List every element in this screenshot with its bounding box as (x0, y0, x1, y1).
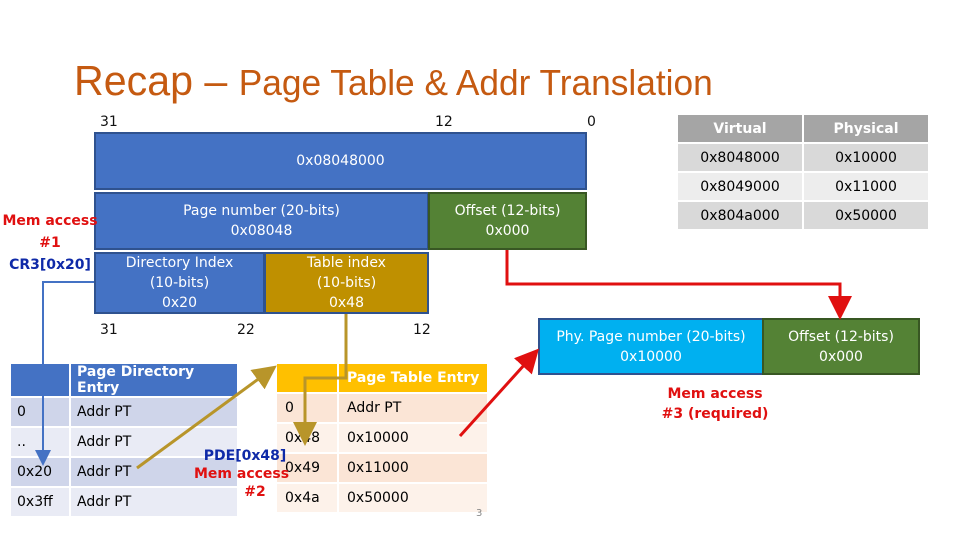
pde-label: PDE[0x48] (203, 448, 287, 464)
pd-header-index (11, 364, 69, 396)
pd-entry-cell: Addr PT (71, 398, 237, 426)
table-row: 0 Addr PT (11, 398, 237, 426)
physical-offset-value: 0x000 (819, 348, 863, 365)
header-physical: Physical (804, 115, 928, 142)
mem-access-3-annotation: Mem access #3 (required) (640, 384, 790, 424)
physical-cell: 0x50000 (804, 202, 928, 229)
pd-header-entry: Page Directory Entry (71, 364, 237, 396)
table-index-box: Table index (10-bits) 0x48 (264, 252, 429, 314)
pt-index-cell: 0 (277, 394, 337, 422)
title-rest: Page Table & Addr Translation (238, 62, 713, 103)
virtual-cell: 0x8048000 (678, 144, 802, 171)
virtual-address-value: 0x08048000 (296, 153, 385, 169)
mem-access-2-annotation: PDE[0x48] Mem access #2 (190, 447, 300, 501)
table-row: 0x4a 0x50000 (277, 484, 487, 512)
table-index-bits: (10-bits) (316, 275, 377, 291)
cr3-label: CR3[0x20] (9, 257, 91, 273)
bit-label-12-top: 12 (435, 114, 453, 130)
pd-index-cell: .. (11, 428, 69, 456)
virtual-physical-mapping-table: Virtual Physical 0x8048000 0x10000 0x804… (676, 113, 930, 231)
bit-label-12-bottom: 12 (413, 322, 431, 338)
directory-index-bits: (10-bits) (149, 275, 210, 291)
pt-header-index (277, 364, 337, 392)
pt-entry-cell: 0x10000 (339, 424, 487, 452)
bit-label-31-top: 31 (100, 114, 118, 130)
table-row: 0x49 0x11000 (277, 454, 487, 482)
physical-offset-box: Offset (12-bits) 0x000 (762, 318, 920, 375)
physical-cell: 0x10000 (804, 144, 928, 171)
page-table: Page Table Entry 0 Addr PT 0x48 0x10000 … (275, 362, 489, 514)
title-main: Recap – (74, 57, 228, 104)
page-number-value: 0x08048 (230, 223, 293, 239)
pd-index-cell: 0x3ff (11, 488, 69, 516)
page-number-label: Page number (20-bits) (183, 203, 340, 219)
mem-access-3-number: #3 (required) (661, 406, 769, 422)
bit-label-22-bottom: 22 (237, 322, 255, 338)
offset-value: 0x000 (485, 223, 530, 239)
pt-entry-cell: Addr PT (339, 394, 487, 422)
bit-label-31-bottom: 31 (100, 322, 118, 338)
table-index-label: Table index (307, 255, 386, 271)
page-number-box: Page number (20-bits) 0x08048 (94, 192, 429, 250)
mem-access-3-label: Mem access (667, 386, 763, 402)
pd-index-cell: 0 (11, 398, 69, 426)
mem-access-2-label: Mem access (194, 466, 290, 482)
header-virtual: Virtual (678, 115, 802, 142)
table-row: 0x8049000 0x11000 (678, 173, 928, 200)
physical-page-value: 0x10000 (620, 348, 682, 365)
slide-number: 3 (476, 508, 483, 519)
offset-arrow (505, 250, 852, 320)
offset-label: Offset (12-bits) (454, 203, 561, 219)
virtual-address-box: 0x08048000 (94, 132, 587, 190)
mem-access-1-number: #1 (39, 235, 61, 251)
physical-cell: 0x11000 (804, 173, 928, 200)
pd-index-cell: 0x20 (11, 458, 69, 486)
table-row: 0 Addr PT (277, 394, 487, 422)
physical-page-number-box: Phy. Page number (20-bits) 0x10000 (538, 318, 764, 375)
table-row: 0x8048000 0x10000 (678, 144, 928, 171)
physical-page-label: Phy. Page number (20-bits) (556, 328, 746, 345)
mem-access-1-annotation: Mem access #1 CR3[0x20] (2, 210, 98, 276)
pt-entry-cell: 0x50000 (339, 484, 487, 512)
table-index-value: 0x48 (328, 295, 364, 311)
virtual-cell: 0x804a000 (678, 202, 802, 229)
pt-header-entry: Page Table Entry (339, 364, 487, 392)
slide-title: Recap – Page Table & Addr Translation (74, 56, 713, 108)
physical-offset-label: Offset (12-bits) (788, 328, 894, 345)
mem-access-2-number: #2 (244, 484, 266, 500)
bit-label-0-top: 0 (587, 114, 596, 130)
virtual-cell: 0x8049000 (678, 173, 802, 200)
table-row: 0x804a000 0x50000 (678, 202, 928, 229)
directory-index-box: Directory Index (10-bits) 0x20 (94, 252, 265, 314)
mem-access-1-label: Mem access (2, 213, 98, 229)
directory-index-label: Directory Index (125, 255, 234, 271)
table-row: 0x48 0x10000 (277, 424, 487, 452)
pt-entry-cell: 0x11000 (339, 454, 487, 482)
directory-index-value: 0x20 (161, 295, 197, 311)
offset-box: Offset (12-bits) 0x000 (428, 192, 587, 250)
